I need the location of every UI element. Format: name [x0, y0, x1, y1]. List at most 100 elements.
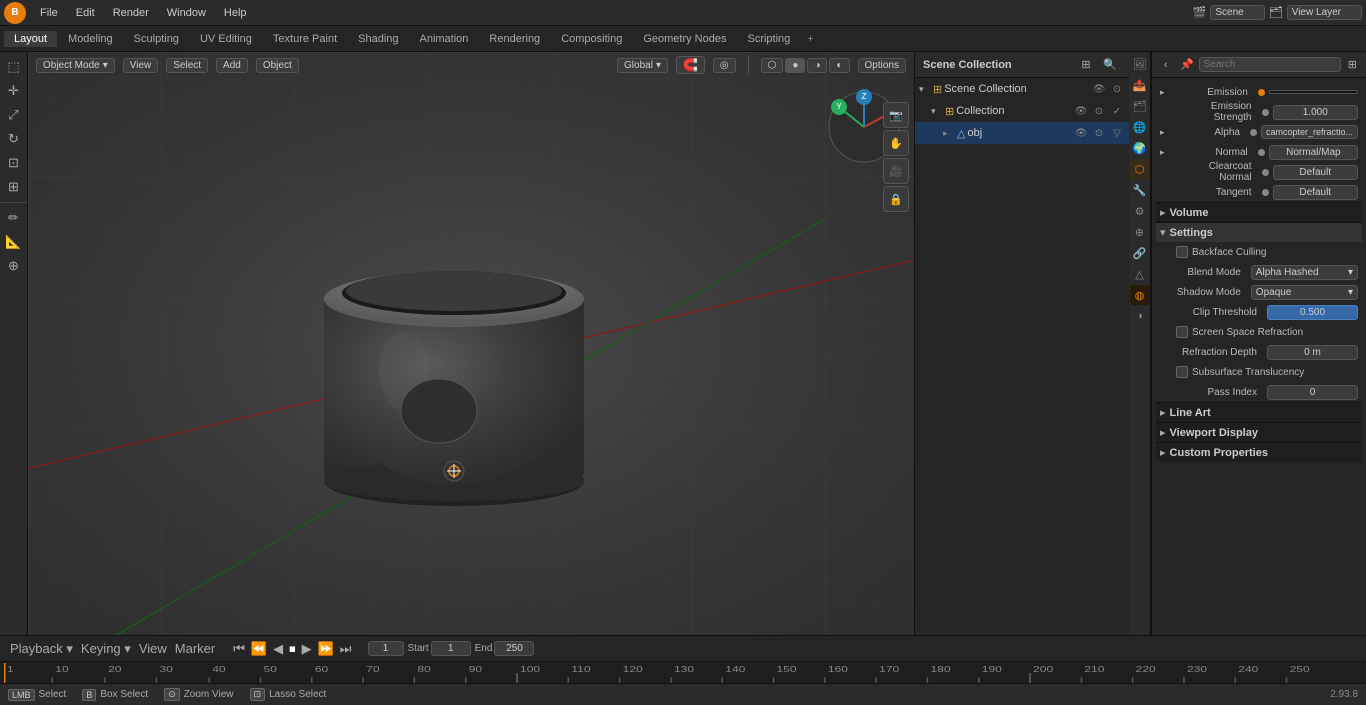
- data-props-icon[interactable]: △: [1130, 264, 1150, 284]
- obj-item[interactable]: ▸ △ obj 👁 ⊙ ▽: [915, 122, 1129, 144]
- normal-value[interactable]: Normal/Map: [1269, 145, 1358, 160]
- emission-strength-dot[interactable]: [1262, 109, 1269, 116]
- collection-arrow[interactable]: ▾: [931, 106, 943, 117]
- current-frame-input[interactable]: [368, 641, 404, 656]
- menu-window[interactable]: Window: [159, 5, 214, 21]
- shadow-mode-dropdown[interactable]: Opaque ▾: [1251, 285, 1358, 300]
- menu-render[interactable]: Render: [105, 5, 157, 21]
- material-props-icon[interactable]: ◍: [1130, 285, 1150, 305]
- select-menu-btn[interactable]: Select: [166, 58, 208, 73]
- refraction-depth-value[interactable]: 0 m: [1267, 345, 1358, 360]
- menu-edit[interactable]: Edit: [68, 5, 103, 21]
- solid-shading-btn[interactable]: ●: [785, 58, 805, 73]
- menu-file[interactable]: File: [32, 5, 66, 21]
- tab-uv-editing[interactable]: UV Editing: [190, 31, 262, 47]
- camera-gizmo-btn[interactable]: 🎥: [883, 158, 909, 184]
- play-backwards-btn[interactable]: ◀: [271, 641, 285, 657]
- measure-tool-btn[interactable]: 📐: [3, 231, 25, 253]
- clearcoat-normal-dot[interactable]: [1262, 169, 1269, 176]
- subsurface-translucency-checkbox[interactable]: [1176, 366, 1188, 378]
- render-props-icon[interactable]: 🖼: [1130, 54, 1150, 74]
- tangent-value[interactable]: Default: [1273, 185, 1359, 200]
- collection-item[interactable]: ▾ ⊞ Collection 👁 ⊙ ✓: [915, 100, 1129, 122]
- tab-scripting[interactable]: Scripting: [737, 31, 800, 47]
- frame-start-btn[interactable]: ⏮: [231, 641, 247, 657]
- box-select-status[interactable]: B Box Select: [82, 689, 148, 701]
- add-menu-btn[interactable]: Add: [216, 58, 248, 73]
- lock-gizmo-btn[interactable]: 🔒: [883, 186, 909, 212]
- move-tool-btn[interactable]: ⤢: [3, 104, 25, 126]
- particles-props-icon[interactable]: ⚙: [1130, 201, 1150, 221]
- stop-btn[interactable]: ⏹: [287, 641, 298, 657]
- screen-space-refraction-checkbox[interactable]: [1176, 326, 1188, 338]
- volume-section[interactable]: ▸ Volume: [1156, 202, 1362, 222]
- alpha-dot[interactable]: [1250, 129, 1257, 136]
- rotate-tool-btn[interactable]: ↻: [3, 128, 25, 150]
- annotate-tool-btn[interactable]: ✏: [3, 207, 25, 229]
- world-props-icon[interactable]: 🌍: [1130, 138, 1150, 158]
- lasso-select-status[interactable]: ⊡ Lasso Select: [250, 688, 327, 701]
- view-layer-name[interactable]: View Layer: [1287, 5, 1362, 20]
- object-menu-btn[interactable]: Object: [256, 58, 299, 73]
- settings-section[interactable]: ▾ Settings: [1156, 222, 1362, 242]
- emission-value[interactable]: [1269, 90, 1358, 94]
- pan-gizmo-btn[interactable]: ✋: [883, 130, 909, 156]
- end-frame-input[interactable]: [494, 641, 534, 656]
- tab-geometry-nodes[interactable]: Geometry Nodes: [633, 31, 736, 47]
- marker-dropdown[interactable]: Marker: [173, 641, 217, 656]
- add-workspace-tab[interactable]: +: [801, 31, 819, 47]
- obj-render-icon[interactable]: 👁: [1073, 125, 1089, 141]
- object-mode-dropdown[interactable]: Object Mode ▾: [36, 58, 115, 73]
- prop-back-btn[interactable]: ‹: [1156, 54, 1175, 76]
- view-layer-props-icon[interactable]: 🗂: [1130, 96, 1150, 116]
- viewport-display-section[interactable]: ▸ Viewport Display: [1156, 422, 1362, 442]
- prop-pin-btn[interactable]: 📌: [1177, 54, 1196, 76]
- wireframe-shading-btn[interactable]: ⬡: [761, 58, 784, 73]
- zoom-camera-btn[interactable]: 📷: [883, 102, 909, 128]
- tab-compositing[interactable]: Compositing: [551, 31, 632, 47]
- scene-collection-arrow[interactable]: ▾: [919, 84, 931, 95]
- cursor-tool-btn[interactable]: ✛: [3, 80, 25, 102]
- frame-prev-btn[interactable]: ⏪: [249, 641, 269, 657]
- emission-dot[interactable]: [1258, 89, 1265, 96]
- custom-properties-section[interactable]: ▸ Custom Properties: [1156, 442, 1362, 462]
- tab-texture-paint[interactable]: Texture Paint: [263, 31, 347, 47]
- obj-filter-icon[interactable]: ▽: [1109, 125, 1125, 141]
- col-exclude-icon[interactable]: ✓: [1109, 103, 1125, 119]
- view-menu-btn[interactable]: View: [123, 58, 159, 73]
- play-btn[interactable]: ▶: [300, 641, 314, 657]
- output-props-icon[interactable]: 📤: [1130, 75, 1150, 95]
- scene-name[interactable]: Scene: [1210, 5, 1264, 20]
- frame-end-btn[interactable]: ⏭: [338, 641, 354, 657]
- material-shading-btn[interactable]: ◑: [807, 58, 827, 73]
- add-tool-btn[interactable]: ⊕: [3, 255, 25, 277]
- tab-shading[interactable]: Shading: [348, 31, 408, 47]
- snap-btn[interactable]: 🧲: [676, 56, 705, 74]
- scene-col-viewport-icon[interactable]: ⊙: [1109, 81, 1125, 97]
- normal-dot[interactable]: [1258, 149, 1265, 156]
- physics-props-icon[interactable]: ⊕: [1130, 222, 1150, 242]
- blend-mode-dropdown[interactable]: Alpha Hashed ▾: [1251, 265, 1358, 280]
- tab-rendering[interactable]: Rendering: [479, 31, 550, 47]
- transform-tool-btn[interactable]: ⊞: [3, 176, 25, 198]
- scale-tool-btn[interactable]: ⊡: [3, 152, 25, 174]
- rendered-shading-btn[interactable]: ◐: [829, 58, 849, 73]
- playback-dropdown[interactable]: Playback ▾: [8, 641, 75, 657]
- outliner-filter-btn[interactable]: ⊞: [1075, 54, 1097, 76]
- obj-viewport-icon[interactable]: ⊙: [1091, 125, 1107, 141]
- line-art-section[interactable]: ▸ Line Art: [1156, 402, 1362, 422]
- modifier-props-icon[interactable]: 🔧: [1130, 180, 1150, 200]
- keying-dropdown[interactable]: Keying ▾: [79, 641, 133, 657]
- zoom-view-status[interactable]: ⊙ Zoom View: [164, 688, 233, 701]
- tab-layout[interactable]: Layout: [4, 31, 57, 47]
- emission-strength-value[interactable]: 1.000: [1273, 105, 1359, 120]
- col-render-icon[interactable]: 👁: [1073, 103, 1089, 119]
- tangent-dot[interactable]: [1262, 189, 1269, 196]
- tab-sculpting[interactable]: Sculpting: [124, 31, 189, 47]
- pass-index-value[interactable]: 0: [1267, 385, 1358, 400]
- options-btn[interactable]: Options: [858, 58, 906, 73]
- prop-search-input[interactable]: [1199, 57, 1341, 72]
- backface-culling-checkbox[interactable]: [1176, 246, 1188, 258]
- constraints-props-icon[interactable]: 🔗: [1130, 243, 1150, 263]
- select-tool-btn[interactable]: ⬚: [3, 56, 25, 78]
